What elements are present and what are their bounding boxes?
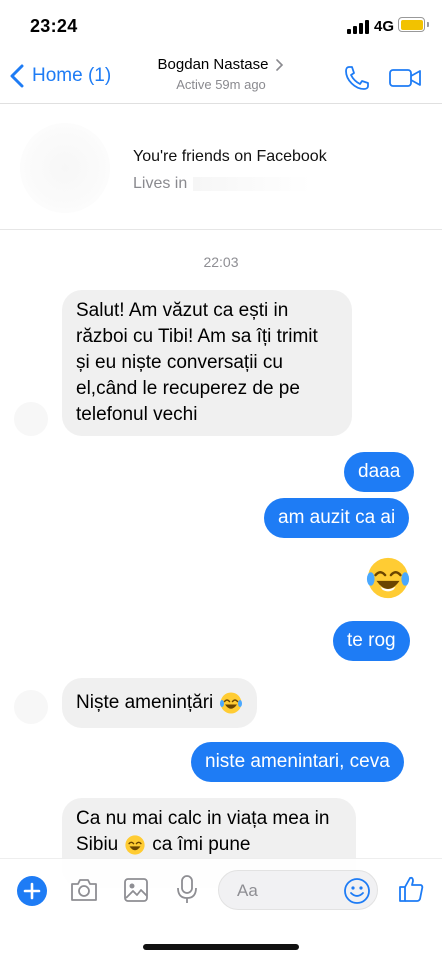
smiley-icon[interactable] [343,877,371,905]
status-bar: 23:24 4G [0,0,442,46]
message-input-placeholder: Aa [237,881,258,900]
conversation-header: Home (1) Bogdan Nastase Active 59m ago [0,46,442,104]
message-bubble-outgoing[interactable]: niste amenintari, ceva [191,742,404,782]
face-with-tears-of-joy-icon [220,692,243,714]
message-line: Salut! Am văzut ca ești in [76,300,289,321]
message-bubble-incoming[interactable]: Salut! Am văzut ca ești in război cu Tib… [62,290,352,436]
contact-name: Bogdan Nastase [157,56,269,73]
plus-icon[interactable] [17,876,47,906]
network-type: 4G [374,18,395,35]
face-with-tears-of-joy-icon[interactable] [365,555,411,601]
message-bubble-outgoing[interactable]: daaa [344,452,415,492]
camera-icon[interactable] [69,877,99,903]
chevron-right-icon [276,58,284,71]
back-button[interactable]: Home (1) [8,60,111,92]
battery-nub [427,22,429,27]
message-text: daaa [358,461,401,482]
lives-in-label: Lives in [133,175,188,192]
message-line: Sibiu [76,834,119,855]
profile-header: You're friends on Facebook Lives in [0,105,442,230]
message-line: și eu niște conversații cu [76,352,283,373]
message-text: am auzit ca ai [278,507,396,528]
message-text: te rog [347,630,396,651]
message-text: niste amenintari, ceva [205,751,390,772]
face-with-tears-of-joy-icon [125,835,145,855]
message-line: ca îmi pune [152,834,251,855]
time-divider: 22:03 [203,254,239,270]
sender-avatar [14,690,48,724]
message-input[interactable]: Aa [218,870,378,910]
battery-icon [398,17,425,32]
image-icon[interactable] [123,877,149,903]
plus-glyph [23,882,41,900]
status-time: 23:24 [30,16,78,36]
friends-on-facebook-text: You're friends on Facebook [133,148,327,165]
contact-info[interactable]: Bogdan Nastase Active 59m ago [130,56,312,92]
message-bubble-incoming[interactable]: Niște amenințări [62,678,258,728]
lives-in-row: Lives in [133,175,312,193]
message-bubble-outgoing[interactable]: te rog [333,621,410,661]
message-line: Ca nu mai calc in viața mea in [76,808,330,829]
message-bubble-outgoing[interactable]: am auzit ca ai [264,498,410,538]
chevron-left-icon [10,64,24,88]
home-indicator[interactable] [143,944,299,950]
microphone-icon[interactable] [176,874,198,904]
thumbs-up-icon[interactable] [397,875,425,903]
signal-icon [347,20,371,34]
message-line: război cu Tibi! Am sa îți trimit [76,326,318,347]
redacted-location [193,177,312,191]
back-label: Home (1) [32,65,112,86]
video-camera-icon[interactable] [388,66,422,90]
redacted-avatar [20,123,110,213]
message-line: telefonul vechi [76,404,198,425]
message-text: Niște amenințări [76,692,214,713]
message-line: el,când le recuperez de pe [76,378,300,399]
sender-avatar [14,402,48,436]
contact-active-status: Active 59m ago [176,77,266,92]
phone-icon[interactable] [343,64,371,92]
